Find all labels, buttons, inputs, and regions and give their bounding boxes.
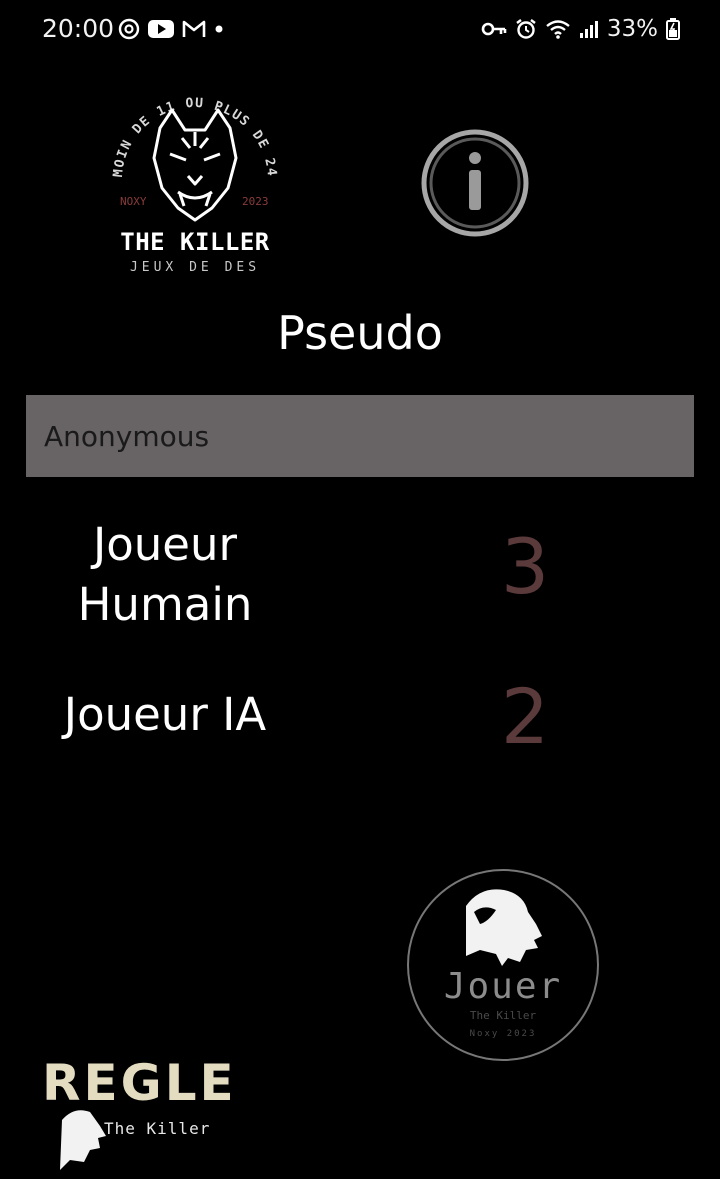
logo-right-tag: 2023 [242,195,269,208]
play-button-footer: Noxy 2023 [470,1029,537,1039]
signal-icon [579,21,598,38]
battery-charging-icon [666,18,680,40]
vpn-key-icon [481,22,507,36]
logo-left-tag: NOXY [120,195,147,208]
logo-subtitle: JEUX DE DES [129,260,261,275]
rules-button[interactable]: REGLE The Killer [40,1050,270,1175]
gmail-icon [182,20,206,37]
status-bar: 20:00 33% [0,0,720,58]
play-button-subtitle: The Killer [470,1009,537,1022]
rules-button-label: REGLE [42,1054,237,1112]
ai-player-label: Joueur IA [63,688,267,741]
lion-head-small-icon [60,1110,106,1170]
chrome-icon [118,18,140,40]
battery-level: 33% [606,16,658,42]
wifi-icon [546,20,570,39]
logo-title: THE KILLER [120,228,270,256]
play-button[interactable]: Jouer The Killer Noxy 2023 [404,866,602,1064]
play-button-label: Jouer [444,966,562,1007]
pseudo-input[interactable]: Anonymous [26,395,694,477]
info-button[interactable] [412,128,538,238]
pseudo-input-value: Anonymous [44,419,210,453]
rules-button-subtitle: The Killer [104,1119,210,1138]
dot-icon [215,25,223,33]
ai-player-count[interactable]: 2 [470,672,580,761]
youtube-icon [148,20,174,38]
human-player-count[interactable]: 3 [470,522,580,611]
tiger-face-icon [152,108,238,222]
status-time: 20:00 [42,14,115,43]
human-player-label: Joueur Humain [77,518,253,631]
alarm-icon [516,19,536,39]
info-icon [421,129,529,237]
pseudo-label: Pseudo [277,306,443,360]
